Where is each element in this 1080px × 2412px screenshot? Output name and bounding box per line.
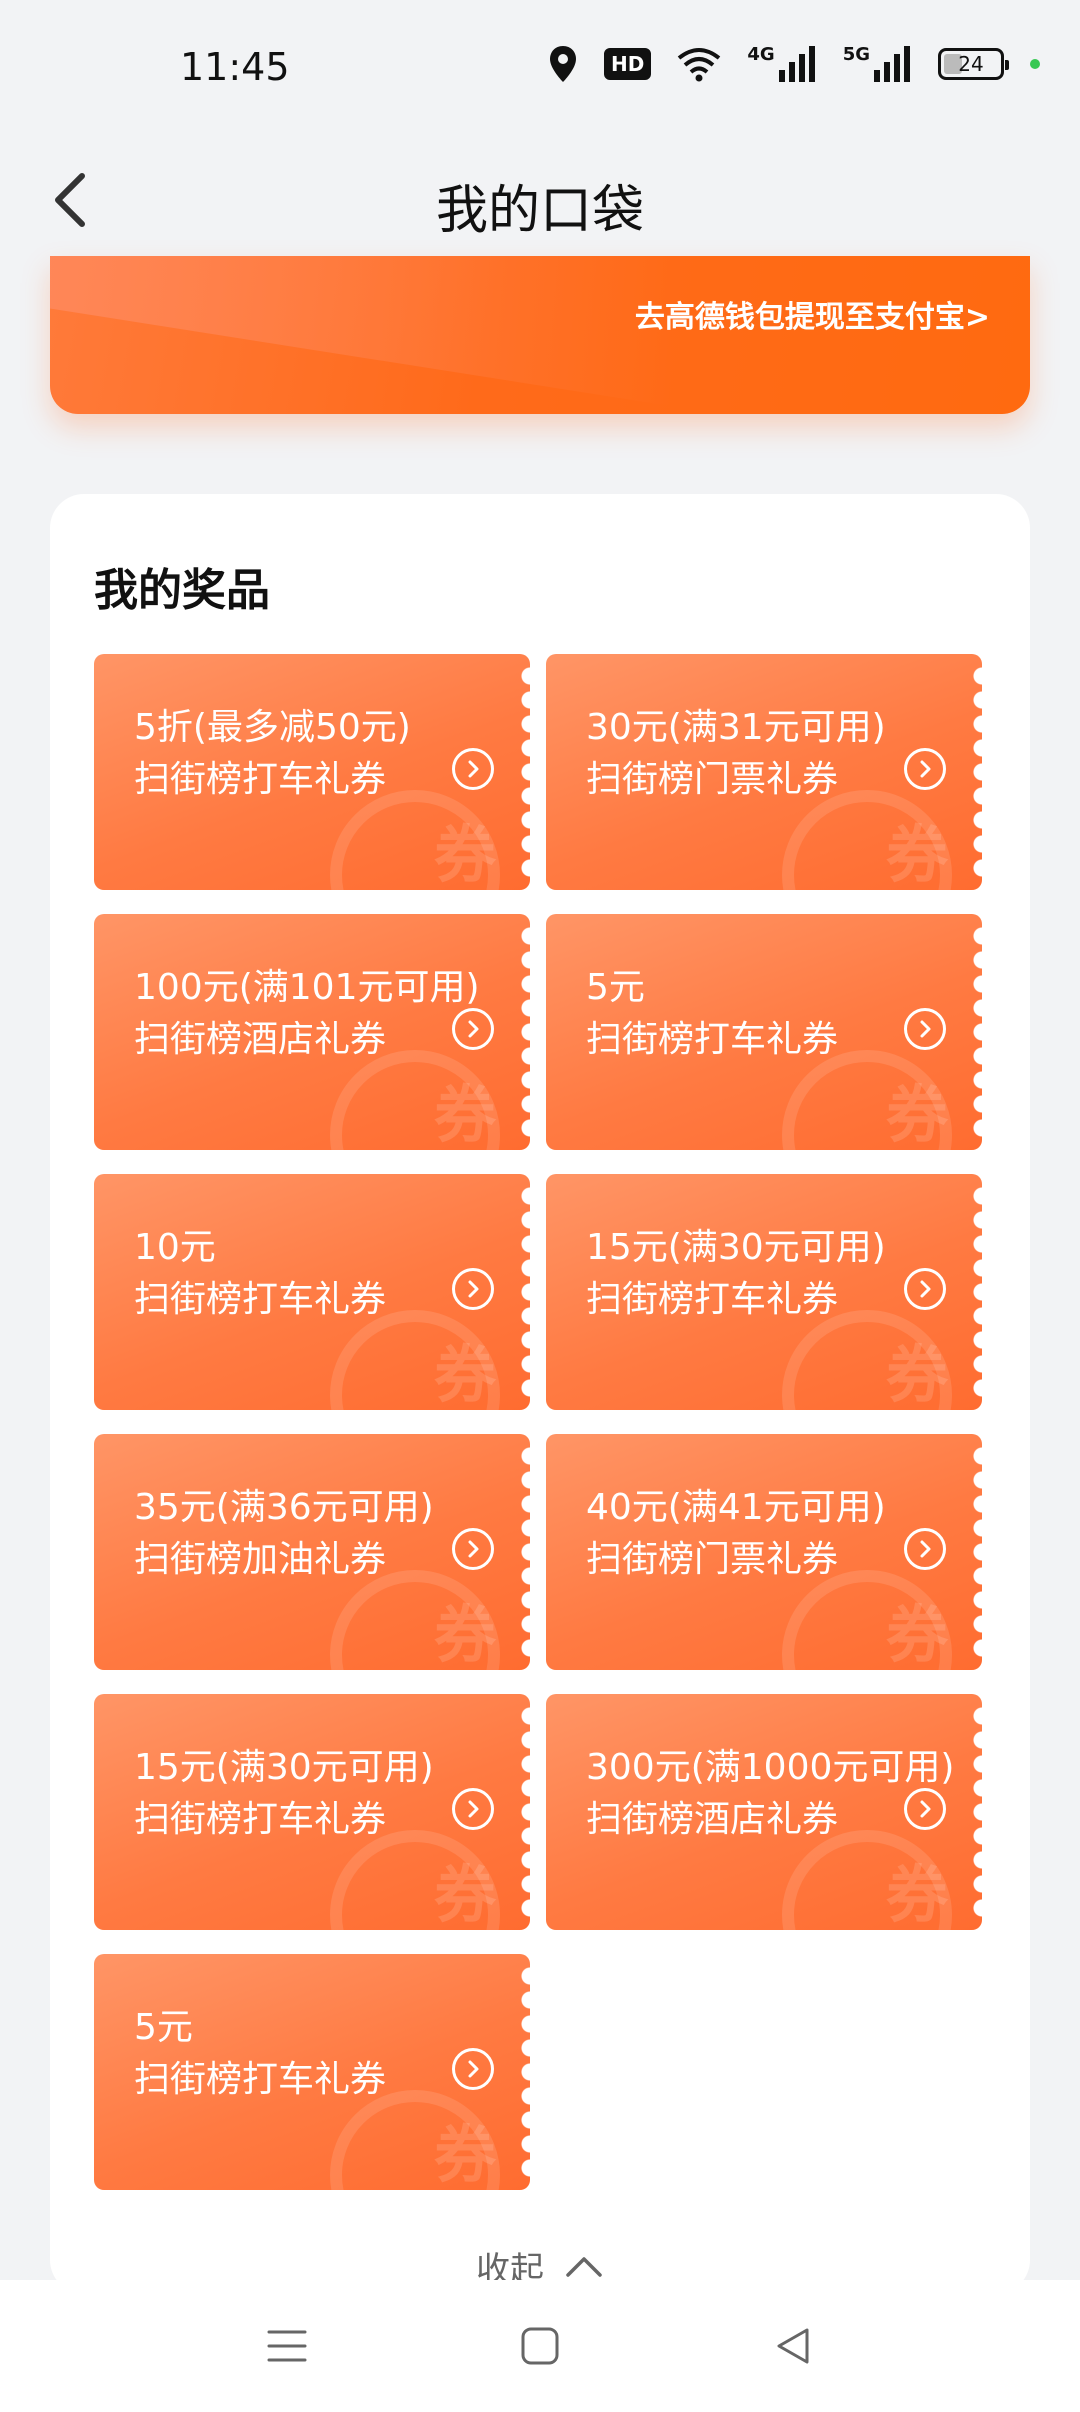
coupon-type: 扫街榜打车礼券 bbox=[586, 1279, 839, 1320]
coupon-amount: 5折(最多减50元) bbox=[134, 707, 411, 748]
circle-chevron-right-icon[interactable] bbox=[904, 1788, 946, 1830]
coupon-amount: 300元(满1000元可用) bbox=[586, 1747, 955, 1788]
circle-chevron-right-icon[interactable] bbox=[904, 748, 946, 790]
status-bar: 11:45 HD 4G 5G 24 bbox=[0, 0, 1080, 140]
signal-icon-4g: 4G bbox=[747, 44, 816, 84]
prize-section-title: 我的奖品 bbox=[94, 565, 270, 616]
coupon-type: 扫街榜打车礼券 bbox=[134, 759, 387, 800]
coupon-watermark: 券 bbox=[433, 1598, 496, 1670]
nav-back-button[interactable] bbox=[753, 2306, 833, 2386]
coupon-notch bbox=[521, 1444, 530, 1660]
page-title: 我的口袋 bbox=[435, 181, 644, 241]
triangle-back-icon bbox=[777, 2328, 809, 2364]
coupon-amount: 15元(满30元可用) bbox=[134, 1747, 434, 1788]
coupon-item[interactable]: 券 5折(最多减50元) 扫街榜打车礼券 bbox=[94, 654, 530, 890]
signal-icon-5g: 5G bbox=[843, 44, 912, 84]
home-square-icon bbox=[521, 2327, 559, 2365]
status-icons: HD 4G 5G 24 bbox=[548, 44, 1040, 84]
battery-icon: 24 bbox=[938, 44, 1009, 84]
coupon-item[interactable]: 券 10元 扫街榜打车礼券 bbox=[94, 1174, 530, 1410]
status-time: 11:45 bbox=[180, 45, 290, 89]
coupon-amount: 5元 bbox=[586, 967, 645, 1008]
coupon-item[interactable]: 券 5元 扫街榜打车礼券 bbox=[94, 1954, 530, 2190]
coupon-notch bbox=[521, 1184, 530, 1400]
home-button[interactable] bbox=[500, 2306, 580, 2386]
circle-chevron-right-icon[interactable] bbox=[904, 1008, 946, 1050]
coupon-notch bbox=[521, 924, 530, 1140]
circle-chevron-right-icon[interactable] bbox=[452, 748, 494, 790]
coupon-type: 扫街榜门票礼券 bbox=[586, 1539, 839, 1580]
coupon-amount: 5元 bbox=[134, 2007, 193, 2048]
coupon-type: 扫街榜加油礼券 bbox=[134, 1539, 387, 1580]
status-dot bbox=[1030, 44, 1040, 84]
location-pin-icon bbox=[548, 44, 578, 84]
coupon-watermark: 券 bbox=[433, 1858, 496, 1930]
coupon-notch bbox=[973, 924, 982, 1140]
coupon-amount: 35元(满36元可用) bbox=[134, 1487, 434, 1528]
page-header: 我的口袋 bbox=[0, 140, 1080, 256]
coupon-type: 扫街榜门票礼券 bbox=[586, 759, 839, 800]
coupon-item[interactable]: 券 40元(满41元可用) 扫街榜门票礼券 bbox=[546, 1434, 982, 1670]
coupon-notch bbox=[521, 1704, 530, 1920]
circle-chevron-right-icon[interactable] bbox=[452, 1008, 494, 1050]
prize-card: 我的奖品 券 5折(最多减50元) 扫街榜打车礼券 券 30元(满31元可用) … bbox=[50, 494, 1030, 2294]
circle-chevron-right-icon[interactable] bbox=[452, 1268, 494, 1310]
menu-button[interactable] bbox=[247, 2306, 327, 2386]
coupon-item[interactable]: 券 30元(满31元可用) 扫街榜门票礼券 bbox=[546, 654, 982, 890]
system-nav-bar bbox=[0, 2280, 1080, 2412]
coupon-item[interactable]: 券 35元(满36元可用) 扫街榜加油礼券 bbox=[94, 1434, 530, 1670]
circle-chevron-right-icon[interactable] bbox=[452, 2048, 494, 2090]
coupon-notch bbox=[521, 1964, 530, 2180]
coupon-watermark: 券 bbox=[885, 1338, 948, 1410]
coupon-type: 扫街榜打车礼券 bbox=[134, 2059, 387, 2100]
circle-chevron-right-icon[interactable] bbox=[904, 1268, 946, 1310]
coupon-watermark: 券 bbox=[433, 2118, 496, 2190]
circle-chevron-right-icon[interactable] bbox=[452, 1788, 494, 1830]
coupon-notch bbox=[521, 664, 530, 880]
coupon-notch bbox=[973, 1444, 982, 1660]
wallet-banner: 去高德钱包提现至支付宝> bbox=[50, 256, 1030, 414]
coupon-watermark: 券 bbox=[885, 1598, 948, 1670]
coupon-amount: 10元 bbox=[134, 1227, 216, 1268]
coupon-notch bbox=[973, 664, 982, 880]
coupon-watermark: 券 bbox=[433, 1338, 496, 1410]
coupon-amount: 100元(满101元可用) bbox=[134, 967, 480, 1008]
circle-chevron-right-icon[interactable] bbox=[452, 1528, 494, 1570]
coupon-notch bbox=[973, 1184, 982, 1400]
hd-icon: HD bbox=[604, 44, 652, 84]
wifi-icon bbox=[677, 44, 721, 84]
coupon-item[interactable]: 券 15元(满30元可用) 扫街榜打车礼券 bbox=[94, 1694, 530, 1930]
coupon-watermark: 券 bbox=[885, 1858, 948, 1930]
coupon-watermark: 券 bbox=[885, 818, 948, 890]
coupon-item[interactable]: 券 15元(满30元可用) 扫街榜打车礼券 bbox=[546, 1174, 982, 1410]
menu-icon bbox=[267, 2330, 307, 2362]
coupon-item[interactable]: 券 100元(满101元可用) 扫街榜酒店礼券 bbox=[94, 914, 530, 1150]
circle-chevron-right-icon[interactable] bbox=[904, 1528, 946, 1570]
coupon-amount: 40元(满41元可用) bbox=[586, 1487, 886, 1528]
coupon-amount: 15元(满30元可用) bbox=[586, 1227, 886, 1268]
coupon-type: 扫街榜打车礼券 bbox=[134, 1279, 387, 1320]
coupon-amount: 30元(满31元可用) bbox=[586, 707, 886, 748]
coupon-type: 扫街榜打车礼券 bbox=[134, 1799, 387, 1840]
coupon-item[interactable]: 券 300元(满1000元可用) 扫街榜酒店礼券 bbox=[546, 1694, 982, 1930]
chevron-up-icon bbox=[566, 2256, 602, 2277]
coupon-notch bbox=[973, 1704, 982, 1920]
coupon-type: 扫街榜打车礼券 bbox=[586, 1019, 839, 1060]
coupon-watermark: 券 bbox=[885, 1078, 948, 1150]
coupon-type: 扫街榜酒店礼券 bbox=[134, 1019, 387, 1060]
coupon-watermark: 券 bbox=[433, 1078, 496, 1150]
withdraw-link[interactable]: 去高德钱包提现至支付宝> bbox=[635, 292, 990, 336]
coupon-type: 扫街榜酒店礼券 bbox=[586, 1799, 839, 1840]
coupon-item[interactable]: 券 5元 扫街榜打车礼券 bbox=[546, 914, 982, 1150]
coupon-watermark: 券 bbox=[433, 818, 496, 890]
